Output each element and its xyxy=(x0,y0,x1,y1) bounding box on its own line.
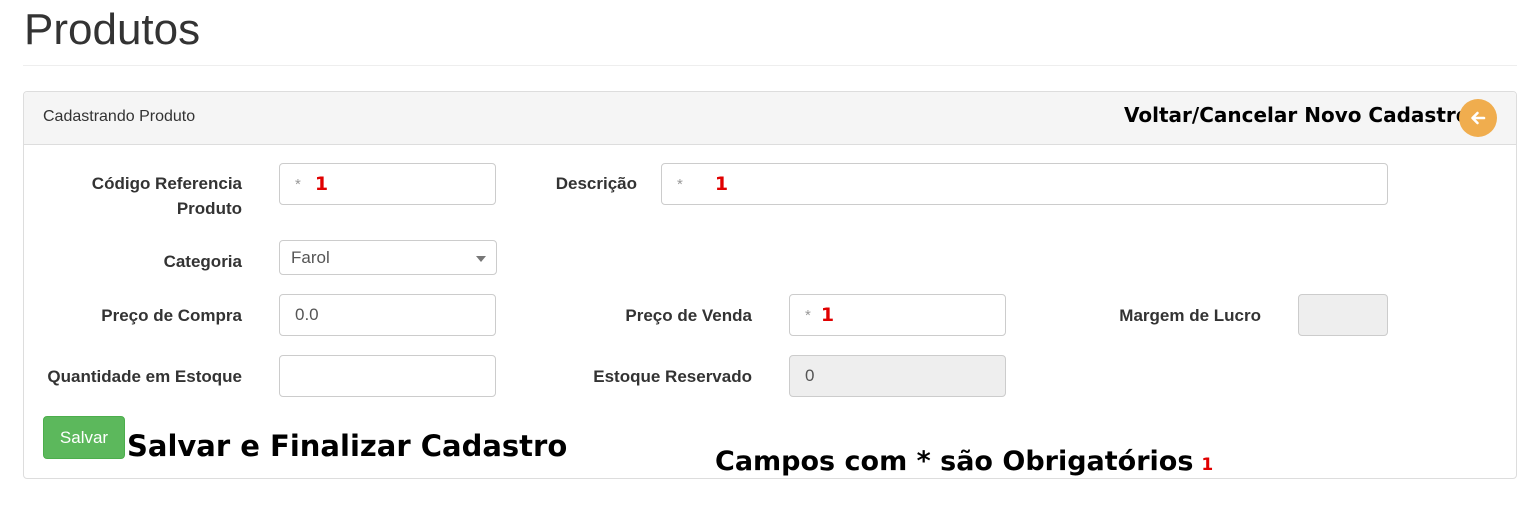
categoria-select[interactable]: Farol xyxy=(279,240,497,275)
descricao-value: 1 xyxy=(714,173,729,195)
descricao-label: Descrição xyxy=(555,174,637,193)
estoque-reservado-input: 0 xyxy=(789,355,1006,397)
preco-compra-value: 0.0 xyxy=(295,305,319,324)
quantidade-estoque-label: Quantidade em Estoque xyxy=(47,367,242,386)
codigo-label-line2: Produto xyxy=(176,199,242,218)
codigo-required-marker: * xyxy=(295,175,301,193)
preco-venda-label: Preço de Venda xyxy=(625,306,752,325)
estoque-reservado-value: 0 xyxy=(805,366,815,385)
codigo-label-line1: Código Referencia xyxy=(91,174,242,193)
required-fields-text: Campos com * são Obrigatórios xyxy=(715,446,1194,477)
title-divider xyxy=(23,65,1517,66)
preco-compra-label: Preço de Compra xyxy=(101,306,242,325)
preco-venda-value: 1 xyxy=(820,304,835,326)
preco-venda-input[interactable]: * 1 xyxy=(789,294,1006,336)
required-fields-marker: 1 xyxy=(1201,455,1214,475)
codigo-value: 1 xyxy=(314,173,329,195)
margem-lucro-input xyxy=(1298,294,1388,336)
save-button[interactable]: Salvar xyxy=(43,416,125,459)
page-title: Produtos xyxy=(24,5,201,54)
quantidade-estoque-input[interactable] xyxy=(279,355,496,397)
codigo-label: Código Referencia Produto xyxy=(40,171,242,221)
codigo-input[interactable]: * 1 xyxy=(279,163,496,205)
categoria-selected: Farol xyxy=(291,247,330,267)
preco-compra-input[interactable]: 0.0 xyxy=(279,294,496,336)
categoria-label: Categoria xyxy=(163,252,242,271)
margem-lucro-label: Margem de Lucro xyxy=(1119,306,1261,325)
save-annotation: Salvar e Finalizar Cadastro xyxy=(127,429,568,463)
estoque-reservado-label: Estoque Reservado xyxy=(593,367,752,386)
arrow-left-icon xyxy=(1471,111,1486,125)
back-annotation: Voltar/Cancelar Novo Cadastro xyxy=(1124,103,1470,127)
descricao-input[interactable]: * 1 xyxy=(661,163,1388,205)
required-fields-annotation: Campos com * são Obrigatórios 1 xyxy=(715,446,1213,477)
chevron-down-icon xyxy=(476,256,486,262)
back-cancel-button[interactable] xyxy=(1459,99,1497,137)
product-form-panel: Cadastrando Produto xyxy=(23,91,1517,479)
preco-venda-required-marker: * xyxy=(805,306,811,324)
panel-heading-title: Cadastrando Produto xyxy=(43,108,196,125)
descricao-required-marker: * xyxy=(677,175,683,193)
